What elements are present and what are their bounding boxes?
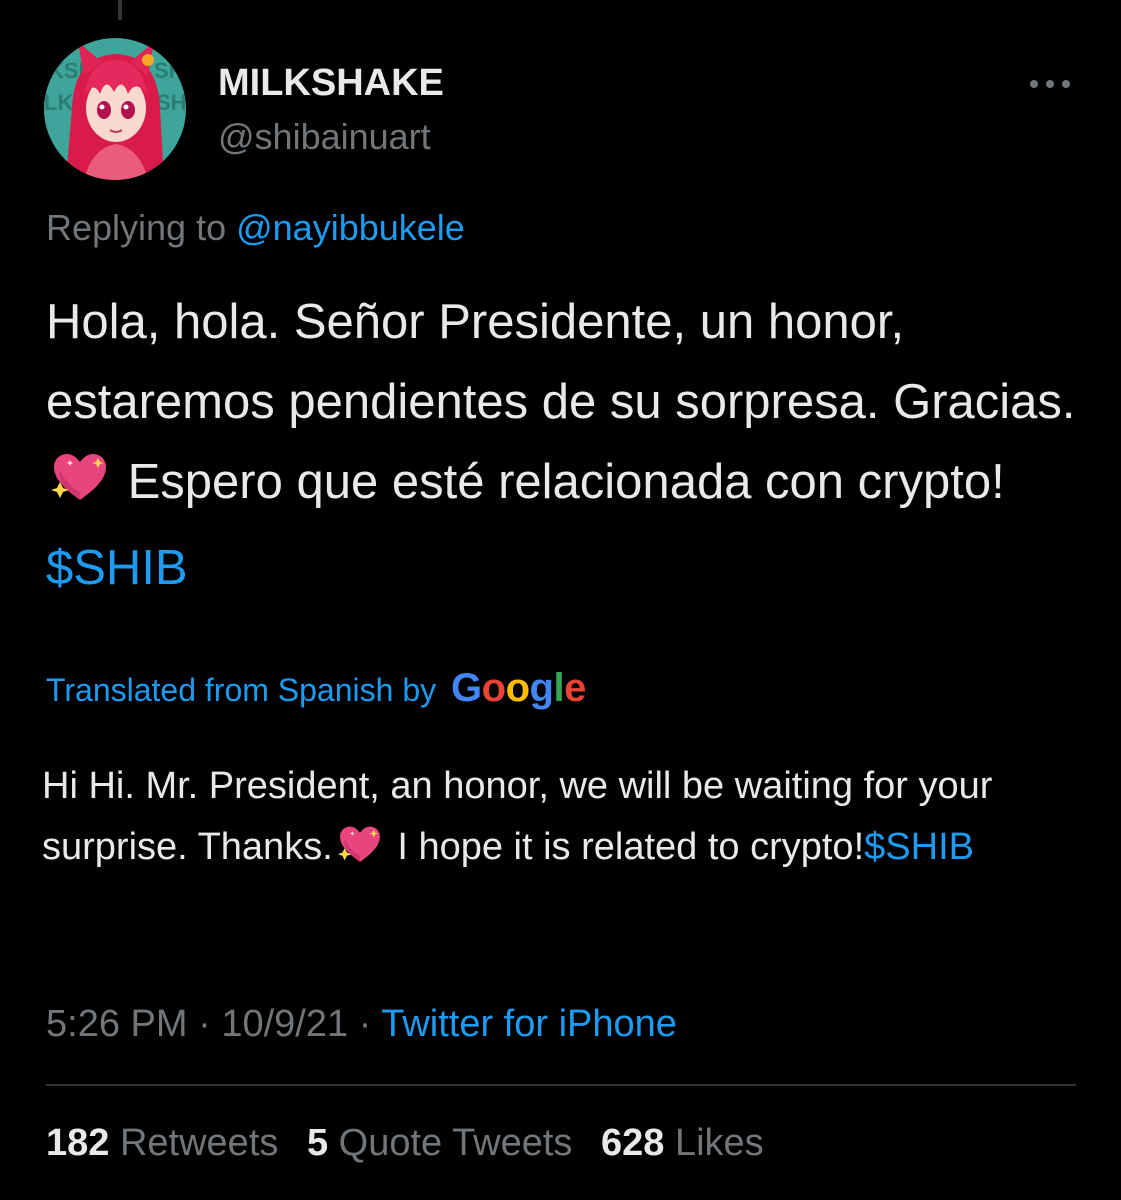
google-logo-letter: g <box>529 666 554 710</box>
likes-label: Likes <box>674 1122 764 1164</box>
svg-text:SH: SH <box>154 58 185 83</box>
translated-cashtag-link[interactable]: $SHIB <box>864 826 974 868</box>
cashtag-link[interactable]: $SHIB <box>46 541 188 595</box>
thread-connector-line <box>118 0 122 20</box>
translated-label: Translated from Spanish by <box>46 672 437 708</box>
translation-attribution[interactable]: Translated from Spanish by Google <box>46 666 586 711</box>
google-logo-letter: e <box>564 666 586 710</box>
sparkling-heart-emoji-icon <box>337 823 383 884</box>
sparkling-heart-emoji-icon <box>50 448 110 528</box>
google-logo-letter: G <box>451 666 482 710</box>
reply-mention-link[interactable]: @nayibbukele <box>236 207 465 248</box>
retweets-label: Retweets <box>119 1122 279 1164</box>
meta-separator: · <box>358 1003 372 1045</box>
replying-to: Replying to @nayibbukele <box>46 207 465 249</box>
tweet-time[interactable]: 5:26 PM <box>46 1003 188 1045</box>
translated-text: Hi Hi. Mr. President, an honor, we will … <box>42 756 1102 884</box>
more-options-icon[interactable] <box>1026 70 1074 98</box>
tweet-metadata: 5:26 PM · 10/9/21 · Twitter for iPhone <box>46 1003 677 1046</box>
display-name[interactable]: MILKSHAKE <box>218 62 444 105</box>
meta-separator: · <box>198 1003 211 1045</box>
tweet-date[interactable]: 10/9/21 <box>221 1003 348 1045</box>
engagement-stats: 182 Retweets 5 Quote Tweets 628 Likes <box>46 1122 782 1165</box>
tweet-text: Hola, hola. Señor Presidente, un honor, … <box>46 282 1106 608</box>
google-logo-letter: l <box>553 666 565 710</box>
likes-stat[interactable]: 628 Likes <box>601 1122 764 1164</box>
quote-tweets-label: Quote Tweets <box>338 1122 573 1164</box>
translated-text-part2: I hope it is related to crypto! <box>397 826 865 868</box>
retweets-stat[interactable]: 182 Retweets <box>46 1122 278 1164</box>
user-handle[interactable]: @shibainuart <box>218 116 431 158</box>
anime-girl-avatar-icon: KSH LKS SH SHA <box>44 38 186 180</box>
replying-to-label: Replying to <box>46 207 237 248</box>
svg-text:SHA: SHA <box>156 90 186 115</box>
google-logo-letter: o <box>505 666 530 710</box>
divider <box>46 1084 1076 1086</box>
quote-tweets-count: 5 <box>306 1122 329 1164</box>
tweet-text-part1: Hola, hola. Señor Presidente, un honor, … <box>46 295 1076 429</box>
tweet-text-part2: Espero que esté relacionada con crypto! <box>127 455 1005 509</box>
google-logo: Google <box>451 666 586 710</box>
likes-count: 628 <box>600 1122 665 1164</box>
google-logo-letter: o <box>481 666 506 710</box>
avatar[interactable]: KSH LKS SH SHA <box>44 38 186 180</box>
retweets-count: 182 <box>46 1122 110 1164</box>
quote-tweets-stat[interactable]: 5 Quote Tweets <box>307 1122 572 1164</box>
tweet-source-link[interactable]: Twitter for iPhone <box>381 1003 677 1045</box>
